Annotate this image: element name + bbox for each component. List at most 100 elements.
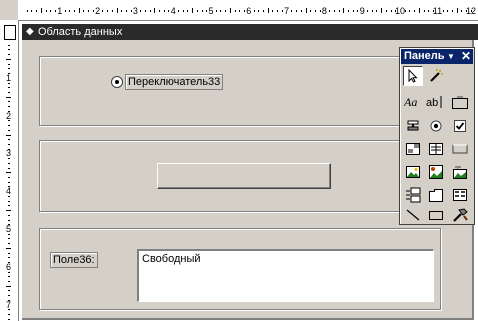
option-group-icon[interactable]: xyz bbox=[450, 92, 470, 112]
toolbox-title-bar[interactable]: Панель ▼ ✕ bbox=[401, 49, 473, 64]
ruler-tick bbox=[296, 10, 298, 12]
ruler-tick bbox=[8, 276, 10, 278]
ruler-tick bbox=[338, 10, 340, 12]
radio-button[interactable] bbox=[111, 76, 123, 88]
ruler-tick bbox=[8, 290, 10, 292]
ruler-tick bbox=[305, 8, 307, 13]
ruler-tick bbox=[8, 280, 10, 282]
ruler-tick bbox=[272, 10, 274, 12]
ruler-tick bbox=[366, 10, 368, 12]
vertical-ruler[interactable]: 1 2 3 4 5 6 7 bbox=[0, 20, 19, 321]
ruler-tick bbox=[8, 238, 10, 240]
ruler-tick bbox=[55, 10, 57, 12]
ruler-tick bbox=[8, 143, 10, 145]
ruler-tick bbox=[64, 10, 66, 12]
control-wizards-icon[interactable] bbox=[426, 66, 446, 86]
ruler-tick bbox=[8, 181, 10, 183]
ruler-tick bbox=[6, 285, 11, 287]
ruler-tick bbox=[447, 10, 449, 12]
ruler-tick bbox=[371, 10, 373, 12]
ruler-tick bbox=[451, 10, 453, 12]
ruler-tick bbox=[50, 10, 52, 12]
list-box-icon[interactable] bbox=[426, 139, 446, 159]
rectangle-icon[interactable] bbox=[426, 205, 446, 225]
ruler-tick bbox=[8, 295, 10, 297]
ruler-tick bbox=[258, 10, 260, 12]
subform-icon[interactable] bbox=[450, 185, 470, 205]
ruler-tick bbox=[8, 44, 10, 46]
ruler-tick bbox=[8, 200, 10, 202]
unbound-object-frame-icon[interactable] bbox=[426, 162, 446, 182]
ruler-tick bbox=[8, 125, 10, 127]
more-controls-icon[interactable] bbox=[450, 205, 470, 225]
ruler-tick bbox=[215, 10, 217, 12]
toolbox-title: Панель bbox=[404, 50, 445, 62]
dropdown-icon[interactable]: ▼ bbox=[447, 49, 455, 64]
page-break-icon[interactable] bbox=[403, 185, 423, 205]
svg-text:xyz: xyz bbox=[455, 164, 461, 169]
field-label[interactable]: Поле36: bbox=[50, 252, 98, 268]
ruler-tick bbox=[381, 8, 383, 13]
close-icon[interactable]: ✕ bbox=[461, 49, 471, 64]
ruler-tick bbox=[461, 10, 463, 12]
ruler-tick bbox=[8, 139, 10, 141]
ruler-number: 4 bbox=[170, 6, 176, 16]
command-button[interactable] bbox=[157, 163, 331, 189]
ruler-tick bbox=[262, 10, 264, 12]
ruler-number: 10 bbox=[395, 6, 406, 16]
bound-object-frame-icon[interactable]: xyz bbox=[450, 162, 470, 182]
image-icon[interactable] bbox=[403, 162, 423, 182]
ruler-number: 2 bbox=[95, 6, 101, 16]
ruler-tick bbox=[8, 49, 10, 51]
ruler-number: 7 bbox=[284, 6, 290, 16]
label-icon[interactable]: Aa bbox=[403, 92, 423, 112]
ruler-tick bbox=[6, 96, 11, 98]
ruler-tick bbox=[343, 8, 345, 13]
toggle-button-icon[interactable] bbox=[403, 116, 423, 136]
option-button-icon[interactable] bbox=[426, 116, 446, 136]
ruler-tick bbox=[8, 91, 10, 93]
ruler-tick bbox=[8, 63, 10, 65]
ruler-tick bbox=[8, 167, 10, 169]
ruler-tick bbox=[281, 10, 283, 12]
text-field[interactable]: Свободный bbox=[137, 249, 434, 302]
ruler-tick bbox=[140, 10, 142, 12]
toolbox-panel[interactable]: Панель ▼ ✕ Aa ab xyz xyz bbox=[399, 47, 475, 225]
section-header-detail[interactable]: ◆ Область данных bbox=[22, 24, 478, 40]
section-arrow-icon: ◆ bbox=[26, 26, 34, 37]
ruler-tick bbox=[6, 58, 11, 60]
check-box-icon[interactable] bbox=[450, 116, 470, 136]
ruler-tick bbox=[8, 54, 10, 56]
option-frame[interactable] bbox=[39, 56, 401, 126]
select-objects-icon[interactable] bbox=[403, 66, 423, 86]
ruler-number: 9 bbox=[359, 6, 365, 16]
ruler-tick bbox=[130, 10, 132, 12]
ruler-tick bbox=[83, 10, 85, 12]
section-selector[interactable] bbox=[4, 25, 16, 40]
ruler-tick bbox=[390, 10, 392, 12]
text-box-icon[interactable]: ab bbox=[426, 92, 446, 112]
ruler-tick bbox=[26, 10, 28, 12]
radio-label[interactable]: Переключатель33 bbox=[125, 74, 224, 90]
ruler-tick bbox=[239, 10, 241, 12]
ruler-tick bbox=[107, 10, 109, 12]
ruler-number: 7 bbox=[6, 299, 12, 310]
ruler-tick bbox=[329, 10, 331, 12]
line-icon[interactable] bbox=[403, 205, 423, 225]
ruler-tick bbox=[182, 10, 184, 12]
ruler-tick bbox=[423, 10, 425, 12]
ruler-tick bbox=[144, 10, 146, 12]
ruler-tick bbox=[428, 10, 430, 12]
ruler-tick bbox=[409, 10, 411, 12]
ruler-tick bbox=[414, 10, 416, 12]
ruler-tick bbox=[352, 10, 354, 12]
ruler-tick bbox=[357, 10, 359, 12]
ruler-tick bbox=[8, 214, 10, 216]
combo-box-icon[interactable] bbox=[403, 139, 423, 159]
ruler-tick bbox=[253, 10, 255, 12]
tab-control-icon[interactable] bbox=[426, 185, 446, 205]
ruler-tick bbox=[8, 162, 10, 164]
command-button-icon[interactable] bbox=[450, 139, 470, 159]
horizontal-ruler[interactable]: 1 2 3 4 5 6 7 8 9 10 11 12 bbox=[18, 0, 478, 21]
ruler-tick bbox=[310, 10, 312, 12]
